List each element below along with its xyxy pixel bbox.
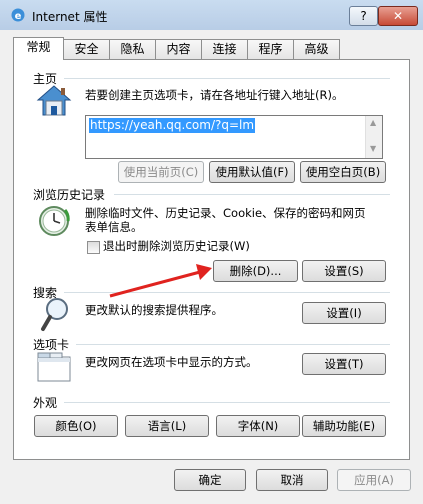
divider <box>64 78 390 79</box>
accessibility-button[interactable]: 辅助功能(E) <box>302 415 386 437</box>
use-blank-button[interactable]: 使用空白页(B) <box>300 161 386 183</box>
use-default-button[interactable]: 使用默认值(F) <box>209 161 295 183</box>
house-icon <box>36 85 72 116</box>
svg-text:e: e <box>15 11 22 22</box>
home-url-text: https://yeah.qq.com/?q=lm <box>89 118 256 133</box>
history-description-line1: 删除临时文件、历史记录、Cookie、保存的密码和网页 <box>85 206 366 220</box>
title-bar: e Internet 属性 ? ✕ <box>0 0 423 30</box>
home-description: 若要创建主页选项卡，请在各地址行键入地址(R)。 <box>85 88 344 102</box>
tab-programs[interactable]: 程序 <box>247 39 294 59</box>
tab-privacy[interactable]: 隐私 <box>109 39 156 59</box>
tab-connections[interactable]: 连接 <box>201 39 248 59</box>
scroll-down-arrow-icon[interactable]: ▼ <box>370 144 376 153</box>
delete-on-exit-checkbox[interactable] <box>87 241 100 254</box>
search-description: 更改默认的搜索提供程序。 <box>85 303 223 317</box>
colors-button[interactable]: 颜色(O) <box>34 415 118 437</box>
close-button[interactable]: ✕ <box>378 6 418 26</box>
tabs-heading: 选项卡 <box>33 338 70 352</box>
search-settings-button[interactable]: 设置(I) <box>302 302 386 324</box>
tabs-window-icon <box>37 352 71 382</box>
tab-general[interactable]: 常规 <box>13 37 64 60</box>
delete-on-exit-label[interactable]: 退出时删除浏览历史记录(W) <box>103 239 250 254</box>
help-button[interactable]: ? <box>349 6 378 26</box>
clock-icon <box>39 206 70 236</box>
appearance-heading: 外观 <box>33 396 58 410</box>
delete-history-button[interactable]: 删除(D)... <box>213 260 298 282</box>
general-panel: 主页 若要创建主页选项卡，请在各地址行键入地址(R)。 https://yeah… <box>13 59 410 460</box>
divider <box>114 194 390 195</box>
scroll-up-arrow-icon[interactable]: ▲ <box>370 118 376 127</box>
fonts-button[interactable]: 字体(N) <box>216 415 300 437</box>
tab-content[interactable]: 内容 <box>155 39 202 59</box>
internet-explorer-icon: e <box>11 8 25 22</box>
history-description-line2: 表单信息。 <box>85 220 143 234</box>
apply-button[interactable]: 应用(A) <box>337 469 411 491</box>
tab-security[interactable]: 安全 <box>63 39 110 59</box>
divider <box>64 402 390 403</box>
ok-button[interactable]: 确定 <box>174 469 246 491</box>
tabs-settings-button[interactable]: 设置(T) <box>302 353 386 375</box>
home-url-field[interactable]: https://yeah.qq.com/?q=lm ▲ ▼ <box>85 115 383 159</box>
cancel-button[interactable]: 取消 <box>256 469 328 491</box>
history-settings-button[interactable]: 设置(S) <box>302 260 386 282</box>
history-heading: 浏览历史记录 <box>33 188 106 202</box>
use-current-button[interactable]: 使用当前页(C) <box>118 161 204 183</box>
magnifier-icon <box>41 298 68 331</box>
url-scrollbar[interactable]: ▲ ▼ <box>365 116 382 158</box>
languages-button[interactable]: 语言(L) <box>125 415 209 437</box>
tab-advanced[interactable]: 高级 <box>293 39 340 59</box>
window-title: Internet 属性 <box>32 10 108 24</box>
divider <box>64 292 390 293</box>
tabs-description: 更改网页在选项卡中显示的方式。 <box>85 355 258 369</box>
divider <box>76 344 390 345</box>
